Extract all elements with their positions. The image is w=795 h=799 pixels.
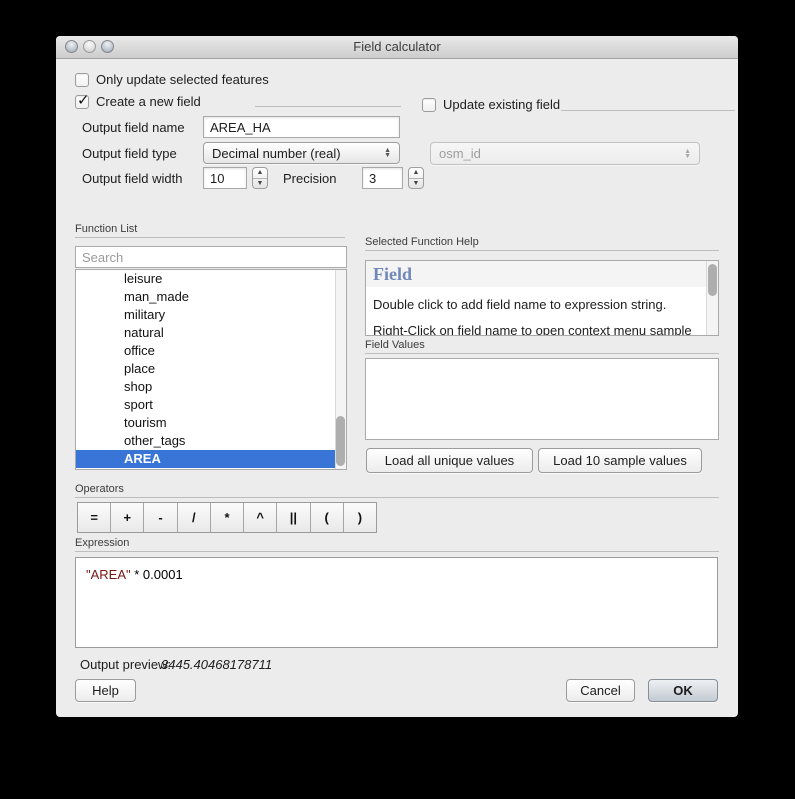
checkbox-checked-icon[interactable]: ✓ (75, 95, 89, 109)
function-search-input[interactable] (75, 246, 347, 268)
cancel-button[interactable]: Cancel (566, 679, 635, 702)
help-scrollbar-thumb[interactable] (708, 264, 717, 296)
create-new-field-groupline (255, 106, 401, 107)
selected-function-help-label: Selected Function Help (365, 236, 479, 248)
output-field-type-dropdown[interactable]: Decimal number (real) ▲▼ (203, 142, 400, 164)
help-button[interactable]: Help (75, 679, 136, 702)
output-field-width-input[interactable] (203, 167, 247, 189)
precision-label: Precision (283, 171, 336, 186)
update-existing-field-checkbox[interactable]: Update existing field (422, 97, 560, 112)
output-field-type-value: Decimal number (real) (212, 146, 380, 161)
operator-button[interactable]: - (144, 503, 177, 532)
function-list-scrollbar-thumb[interactable] (336, 416, 345, 466)
operator-button[interactable]: = (78, 503, 111, 532)
operator-button[interactable]: * (211, 503, 244, 532)
checkbox-unchecked-icon[interactable] (75, 73, 89, 87)
load-all-unique-values-button[interactable]: Load all unique values (366, 448, 533, 473)
output-preview-label: Output preview: (80, 657, 171, 672)
precision-input[interactable] (362, 167, 403, 189)
cancel-button-label: Cancel (580, 683, 620, 698)
output-field-name-input[interactable] (203, 116, 400, 138)
title-bar[interactable]: Field calculator (56, 36, 738, 59)
existing-field-dropdown[interactable]: osm_id ▲▼ (430, 142, 700, 165)
function-list[interactable]: leisureman_mademilitarynaturalofficeplac… (75, 269, 347, 470)
spinner-down-icon[interactable]: ▼ (253, 179, 267, 189)
operators-label: Operators (75, 483, 124, 495)
help-button-label: Help (92, 683, 119, 698)
help-text-line: Right-Click on field name to open contex… (366, 313, 718, 336)
field-calculator-dialog: Field calculator Only update selected fe… (56, 36, 738, 717)
stepper-arrows-icon: ▲▼ (384, 148, 391, 158)
operator-button[interactable]: ) (344, 503, 376, 532)
spinner-up-icon[interactable]: ▲ (253, 168, 267, 179)
width-spinner[interactable]: ▲ ▼ (252, 167, 268, 189)
function-list-item[interactable]: place (76, 360, 346, 378)
stepper-arrows-icon: ▲▼ (684, 149, 691, 159)
load-10-sample-values-button[interactable]: Load 10 sample values (538, 448, 702, 473)
load-10-sample-values-label: Load 10 sample values (553, 453, 687, 468)
output-field-width-label: Output field width (82, 171, 182, 186)
function-list-item[interactable]: natural (76, 324, 346, 342)
output-field-name-label: Output field name (82, 120, 185, 135)
create-new-field-checkbox[interactable]: ✓ Create a new field (75, 94, 201, 109)
ok-button[interactable]: OK (648, 679, 718, 702)
operator-button[interactable]: ( (311, 503, 344, 532)
window-title: Field calculator (56, 36, 738, 58)
expression-field-ref: "AREA" (86, 567, 131, 582)
spinner-up-icon[interactable]: ▲ (409, 168, 423, 179)
function-help-panel: Field Double click to add field name to … (365, 260, 719, 336)
update-existing-field-label: Update existing field (443, 97, 560, 112)
expression-editor[interactable]: "AREA" * 0.0001 (75, 557, 718, 648)
operators-toolbar: =+-/*^||() (77, 502, 377, 533)
function-list-item[interactable]: military (76, 306, 346, 324)
function-list-item[interactable]: leisure (76, 270, 346, 288)
output-field-type-label: Output field type (82, 146, 177, 161)
function-list-item[interactable]: man_made (76, 288, 346, 306)
operator-button[interactable]: || (277, 503, 310, 532)
update-existing-groupline (561, 110, 735, 111)
ok-button-label: OK (673, 683, 693, 698)
help-heading: Field (366, 261, 718, 287)
operator-button[interactable]: ^ (244, 503, 277, 532)
precision-spinner[interactable]: ▲ ▼ (408, 167, 424, 189)
expression-label: Expression (75, 537, 129, 549)
only-update-selected-label: Only update selected features (96, 72, 269, 87)
operator-button[interactable]: + (111, 503, 144, 532)
function-list-label: Function List (75, 223, 137, 235)
field-values-panel (365, 358, 719, 440)
function-list-item[interactable]: shop (76, 378, 346, 396)
checkbox-unchecked-icon[interactable] (422, 98, 436, 112)
only-update-selected-checkbox[interactable]: Only update selected features (75, 72, 269, 87)
function-list-item[interactable]: tourism (76, 414, 346, 432)
create-new-field-label: Create a new field (96, 94, 201, 109)
field-values-label: Field Values (365, 339, 425, 351)
output-preview-value: 3445.40468178711 (161, 657, 272, 672)
load-all-unique-values-label: Load all unique values (385, 453, 514, 468)
function-list-item[interactable]: office (76, 342, 346, 360)
function-list-item[interactable]: sport (76, 396, 346, 414)
expression-rest: * 0.0001 (131, 567, 183, 582)
function-list-item[interactable]: AREA (76, 450, 346, 468)
spinner-down-icon[interactable]: ▼ (409, 179, 423, 189)
existing-field-value: osm_id (439, 146, 680, 161)
help-text-line: Double click to add field name to expres… (366, 287, 718, 313)
function-list-item[interactable]: other_tags (76, 432, 346, 450)
operator-button[interactable]: / (178, 503, 211, 532)
